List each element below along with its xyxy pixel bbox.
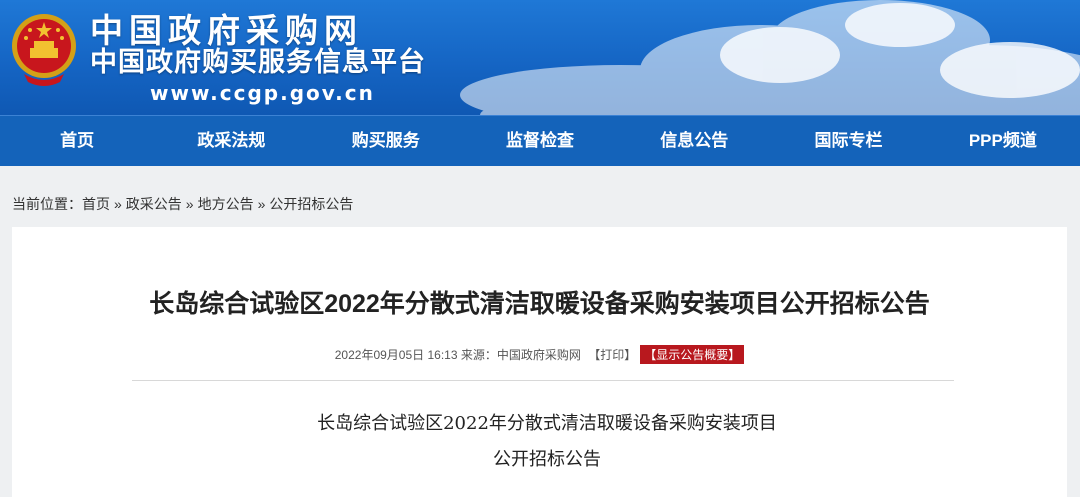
site-title[interactable]: 中国政府采购网 (90, 12, 363, 50)
print-link[interactable]: 【打印】 (588, 348, 636, 362)
show-summary-button[interactable]: 【显示公告概要】 (640, 345, 745, 364)
article-title: 长岛综合试验区2022年分散式清洁取暖设备采购安装项目公开招标公告 (149, 290, 930, 318)
main-nav: 首页 政采法规 购买服务 监督检查 信息公告 国际专栏 PPP频道 (0, 115, 1080, 166)
nav-item-ppp[interactable]: PPP频道 (926, 116, 1080, 166)
breadcrumb: 当前位置：首页» 政采公告» 地方公告» 公开招标公告 (12, 194, 353, 214)
nav-item-announcements[interactable]: 信息公告 (617, 116, 771, 166)
breadcrumb-separator: » (114, 196, 122, 212)
breadcrumb-gov-procurement[interactable]: 政采公告 (126, 196, 182, 212)
nav-item-international[interactable]: 国际专栏 (771, 116, 925, 166)
site-subtitle: 中国政府购买服务信息平台 (90, 47, 426, 78)
article-source: 来源：中国政府采购网 (460, 348, 581, 362)
site-url[interactable]: www.ccgp.gov.cn (150, 80, 375, 106)
article-body-title-line2: 公开招标公告 (493, 449, 601, 470)
breadcrumb-open-tender[interactable]: 公开招标公告 (269, 196, 353, 212)
article-panel: 长岛综合试验区2022年分散式清洁取暖设备采购安装项目公开招标公告 2022年0… (12, 227, 1067, 497)
breadcrumb-prefix: 当前位置： (12, 196, 82, 212)
breadcrumb-home[interactable]: 首页 (82, 196, 110, 212)
publish-date: 2022年09月05日 16:13 (334, 348, 458, 362)
nav-item-supervision[interactable]: 监督检查 (463, 116, 617, 166)
article-meta: 2022年09月05日 16:13 来源：中国政府采购网 【打印】 【显示公告概要… (12, 345, 1067, 364)
national-emblem-icon (12, 14, 76, 86)
breadcrumb-separator: » (257, 196, 266, 212)
site-header: 中国政府采购网 中国政府购买服务信息平台 www.ccgp.gov.cn (0, 0, 1080, 115)
nav-item-home[interactable]: 首页 (0, 116, 154, 166)
divider (132, 380, 954, 381)
breadcrumb-local-announcements[interactable]: 地方公告 (198, 196, 254, 212)
breadcrumb-separator: » (185, 196, 194, 212)
nav-item-regulations[interactable]: 政采法规 (154, 116, 308, 166)
nav-item-purchase-services[interactable]: 购买服务 (309, 116, 463, 166)
article-body-title-line1: 长岛综合试验区2022年分散式清洁取暖设备采购安装项目 (317, 413, 777, 434)
